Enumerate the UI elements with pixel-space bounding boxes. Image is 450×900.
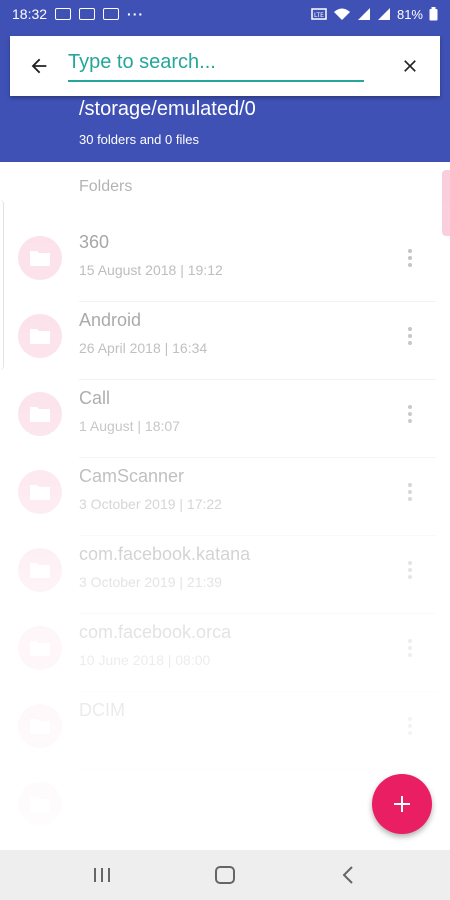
more-options-icon[interactable] <box>398 320 422 352</box>
plus-icon <box>394 796 410 812</box>
folder-date: 3 October 2019 | 17:22 <box>79 496 222 512</box>
more-options-icon[interactable] <box>398 398 422 430</box>
home-icon <box>214 866 235 884</box>
list-item[interactable]: com.facebook.katana 3 October 2019 | 21:… <box>0 536 450 614</box>
folder-icon <box>18 782 62 826</box>
signal-lte-icon: LTE <box>311 8 327 20</box>
folder-name: CamScanner <box>79 466 185 486</box>
add-button[interactable] <box>372 774 432 834</box>
folder-icon <box>18 314 62 358</box>
folder-name: com.facebook.katana <box>79 544 251 564</box>
clear-search-button[interactable] <box>380 36 440 96</box>
list-item[interactable]: DCIM <box>0 692 450 770</box>
battery-percent: 81% <box>396 6 423 22</box>
folder-date: 15 August 2018 | 19:12 <box>79 262 223 278</box>
section-label-folders: Folders <box>79 178 133 195</box>
folder-icon <box>18 470 62 514</box>
folder-icon <box>18 704 62 748</box>
folder-date: 1 August | 18:07 <box>79 418 180 434</box>
recent-apps-icon <box>93 868 110 882</box>
more-options-icon[interactable] <box>398 710 422 742</box>
back-button[interactable] <box>10 36 68 96</box>
notification-image-icon <box>55 8 72 20</box>
folder-icon <box>18 236 62 280</box>
more-options-icon[interactable] <box>398 476 422 508</box>
folder-date: 10 June 2018 | 08:00 <box>79 652 211 668</box>
folder-list[interactable]: Folders 360 15 August 2018 | 19:12 Andro… <box>0 162 450 850</box>
battery-icon <box>429 7 438 21</box>
folder-name: Android <box>79 310 142 330</box>
system-nav-bar <box>0 850 450 900</box>
folder-icon <box>18 392 62 436</box>
list-item[interactable]: 360 15 August 2018 | 19:12 <box>0 224 450 302</box>
notification-photo-icon <box>103 8 120 20</box>
recent-apps-button[interactable] <box>72 850 132 900</box>
folder-date: 26 April 2018 | 16:34 <box>79 340 208 356</box>
wifi-icon <box>333 8 350 20</box>
arrow-back-icon <box>31 58 47 74</box>
more-notifications-icon: ··· <box>127 6 145 22</box>
folder-name: DCIM <box>79 700 125 720</box>
status-time: 18:32 <box>12 6 48 22</box>
app-header: /storage/emulated/0 30 folders and 0 fil… <box>0 28 450 162</box>
folder-icon <box>18 548 62 592</box>
close-icon <box>404 60 416 72</box>
nav-back-button[interactable] <box>318 850 378 900</box>
list-item[interactable]: Android 26 April 2018 | 16:34 <box>0 302 450 380</box>
home-button[interactable] <box>195 850 255 900</box>
item-count: 30 folders and 0 files <box>79 132 199 147</box>
search-bar <box>10 36 440 96</box>
status-bar: 18:32 ··· LTE 81% <box>0 0 450 28</box>
folder-name: 360 <box>79 232 110 252</box>
more-options-icon[interactable] <box>398 632 422 664</box>
cell-signal-2-icon <box>377 8 390 20</box>
current-path: /storage/emulated/0 <box>79 98 256 120</box>
list-item[interactable]: Call 1 August | 18:07 <box>0 380 450 458</box>
notification-gallery-icon <box>79 8 96 20</box>
list-item[interactable]: com.facebook.orca 10 June 2018 | 08:00 <box>0 614 450 692</box>
more-options-icon[interactable] <box>398 554 422 586</box>
more-options-icon[interactable] <box>398 242 422 274</box>
chevron-left-icon <box>342 866 354 884</box>
folder-icon <box>18 626 62 670</box>
svg-text:LTE: LTE <box>314 12 324 19</box>
folder-date: 3 October 2019 | 21:39 <box>79 574 222 590</box>
search-input[interactable] <box>68 50 364 82</box>
folder-name: Call <box>79 388 111 408</box>
cell-signal-icon <box>357 8 370 20</box>
list-item[interactable]: CamScanner 3 October 2019 | 17:22 <box>0 458 450 536</box>
folder-name: com.facebook.orca <box>79 622 232 642</box>
